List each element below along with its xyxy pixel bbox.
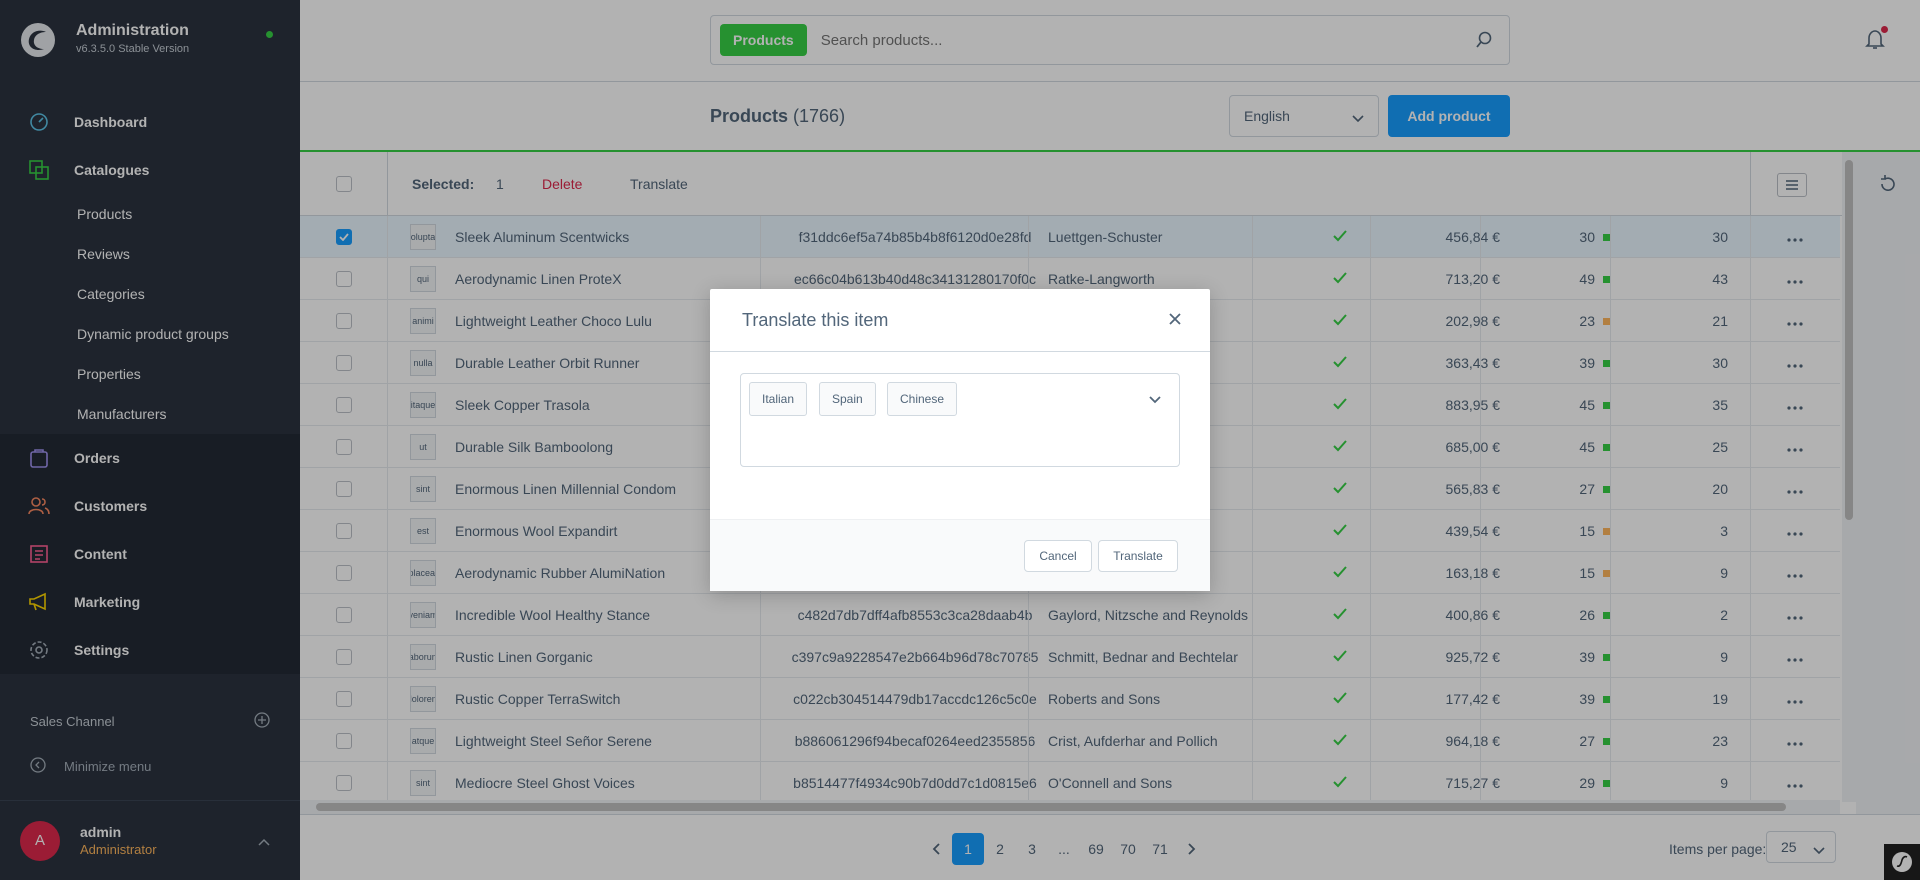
language-multi-select[interactable]: Italian Spain Chinese (740, 373, 1180, 467)
modal-title: Translate this item (742, 310, 889, 330)
cancel-button[interactable]: Cancel (1024, 540, 1092, 572)
language-chip-spain[interactable]: Spain (819, 382, 876, 416)
language-chip-italian[interactable]: Italian (749, 382, 808, 416)
close-icon[interactable] (1168, 312, 1182, 331)
language-chip-chinese[interactable]: Chinese (887, 382, 958, 416)
translate-button[interactable]: Translate (1098, 540, 1178, 572)
chevron-down-icon[interactable] (1149, 391, 1161, 409)
modal-header: Translate this item (710, 289, 1210, 352)
modal-footer: Cancel Translate (710, 519, 1210, 591)
translate-modal: Translate this item Italian Spain Chines… (710, 289, 1210, 591)
